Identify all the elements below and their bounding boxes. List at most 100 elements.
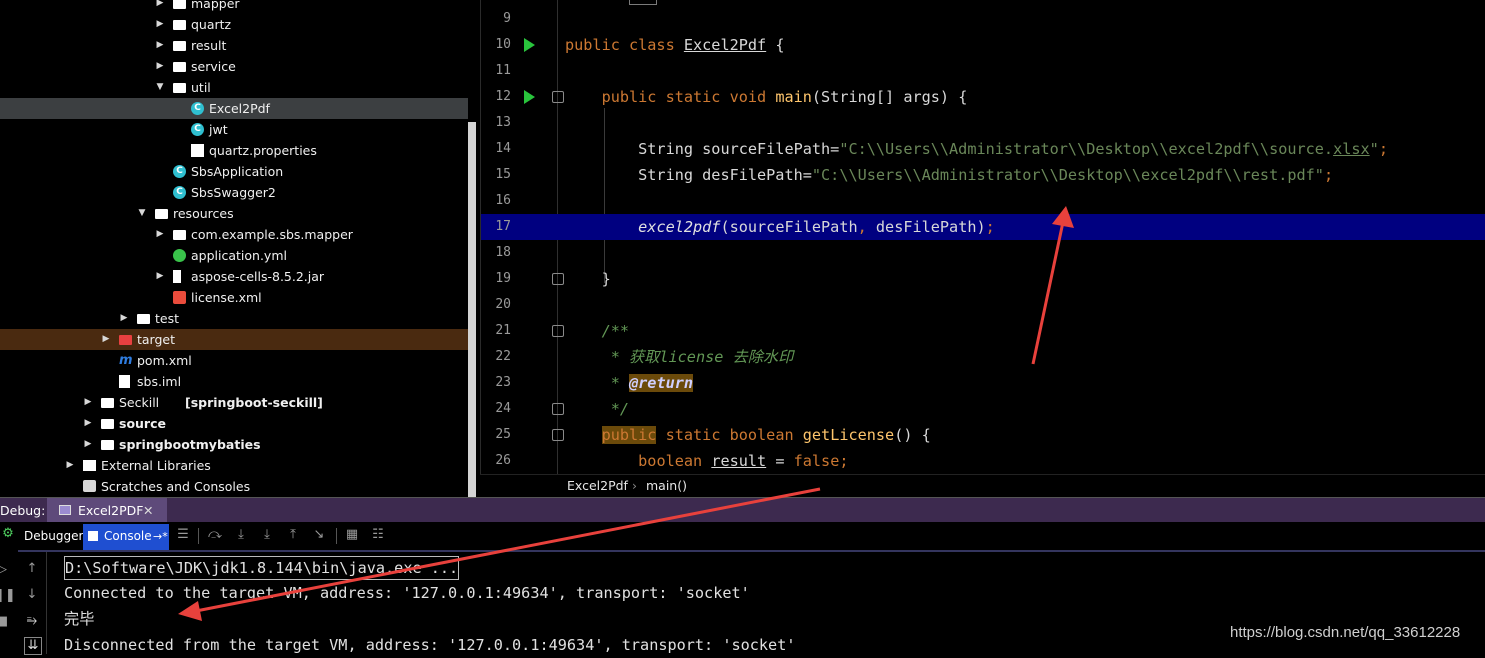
tree-item[interactable]: ▶ Seckill [springboot-seckill] (0, 392, 468, 413)
tree-item[interactable]: ▼ util (0, 77, 468, 98)
tree-item[interactable]: sbs.iml (0, 371, 468, 392)
fold-toggle-icon[interactable] (552, 325, 564, 337)
scroll-down-icon[interactable]: ↓ (24, 587, 40, 603)
spring-boot-class-icon: C (173, 165, 186, 178)
tree-item[interactable]: C SbsApplication (0, 161, 468, 182)
code-line[interactable]: 24 */ (481, 396, 1485, 422)
tree-item-label: Seckill (119, 395, 160, 410)
breadcrumb-method[interactable]: main() (646, 475, 687, 497)
tree-item[interactable]: C SbsSwagger2 (0, 182, 468, 203)
expand-arrow-icon[interactable]: ▶ (119, 308, 129, 329)
collapse-arrow-icon[interactable]: ▼ (137, 203, 147, 224)
code-line[interactable]: 23 * @return (481, 370, 1485, 396)
tree-item-label: application.yml (191, 248, 287, 263)
iml-file-icon (119, 375, 130, 388)
tree-item[interactable]: m pom.xml (0, 350, 468, 371)
debug-session-tab[interactable]: Excel2PDF ✕ (47, 498, 167, 523)
tree-item[interactable]: ▶ result (0, 35, 468, 56)
expand-arrow-icon[interactable]: ▶ (155, 0, 165, 14)
console-line: Disconnected from the target VM, address… (64, 636, 796, 654)
close-icon[interactable]: ✕ (143, 498, 153, 523)
code-line[interactable]: 21 /** (481, 318, 1485, 344)
expand-arrow-icon[interactable]: ▶ (83, 392, 93, 413)
code-line[interactable]: 12 public static void main(String[] args… (481, 84, 1485, 110)
soft-wrap-icon[interactable]: ⥱ (24, 613, 40, 629)
code-line[interactable]: 20 (481, 292, 1485, 318)
code-line[interactable]: 18 (481, 240, 1485, 266)
tree-item[interactable]: C Excel2Pdf (0, 98, 468, 119)
expand-arrow-icon[interactable]: ▶ (155, 35, 165, 56)
tree-item-label: SbsApplication (191, 164, 284, 179)
code-text: public static boolean getLicense() { (601, 426, 931, 444)
expand-arrow-icon[interactable]: ▶ (65, 455, 75, 476)
tree-item[interactable]: ▶ springbootmybaties (0, 434, 468, 455)
scroll-up-icon[interactable]: ↑ (24, 561, 40, 577)
run-gutter-icon[interactable] (524, 90, 535, 104)
tree-item[interactable]: application.yml (0, 245, 468, 266)
step-into-icon[interactable]: ⤓ (233, 527, 249, 543)
tree-item[interactable]: ▶ mapper (0, 0, 468, 14)
expand-arrow-icon[interactable]: ▶ (155, 14, 165, 35)
code-line[interactable]: 16 (481, 188, 1485, 214)
package-folder-icon (173, 0, 186, 9)
breadcrumb-file[interactable]: Excel2Pdf (567, 475, 628, 497)
tree-item[interactable]: ▶ service (0, 56, 468, 77)
expand-arrow-icon[interactable]: ▶ (155, 266, 165, 287)
collapse-arrow-icon[interactable]: ▼ (155, 77, 165, 98)
tree-item[interactable]: license.xml (0, 287, 468, 308)
tree-item[interactable]: ▶ aspose-cells-8.5.2.jar (0, 266, 468, 287)
expand-arrow-icon[interactable]: ▶ (101, 329, 111, 350)
tree-item[interactable]: ▼ resources (0, 203, 468, 224)
code-line[interactable]: 13 (481, 110, 1485, 136)
tree-item[interactable]: ▶ com.example.sbs.mapper (0, 224, 468, 245)
fold-toggle-icon[interactable] (552, 429, 564, 441)
code-line[interactable]: 14 String sourceFilePath="C:\\Users\\Adm… (481, 136, 1485, 162)
code-line[interactable]: 11 (481, 58, 1485, 84)
code-line-current[interactable]: 17 excel2pdf(sourceFilePath, desFilePath… (481, 214, 1485, 240)
code-editor[interactable]: 9 10 public class Excel2Pdf {11 12 public s… (480, 0, 1485, 474)
run-to-cursor-icon[interactable]: ↘ (311, 527, 327, 543)
tree-item[interactable]: ▶ target (0, 329, 468, 350)
pause-icon[interactable]: ❚❚ (0, 588, 16, 604)
expand-arrow-icon[interactable]: ▶ (83, 413, 93, 434)
fold-toggle-icon[interactable] (552, 91, 564, 103)
menu-lines-icon[interactable]: ☰ (175, 527, 191, 543)
tree-item[interactable]: ▶ source (0, 413, 468, 434)
rerun-debug-icon[interactable]: ⚙ (0, 526, 16, 542)
tab-debugger[interactable]: Debugger (20, 524, 87, 548)
tab-console[interactable]: Console →* (83, 524, 169, 550)
fold-toggle-icon[interactable] (552, 403, 564, 415)
package-folder-icon (173, 41, 186, 51)
tree-item[interactable]: Scratches and Consoles (0, 476, 468, 497)
resume-icon[interactable]: ▷ (0, 562, 10, 578)
run-gutter-icon[interactable] (524, 38, 535, 52)
expand-arrow-icon[interactable]: ▶ (83, 434, 93, 455)
tree-item[interactable]: Cjwt (0, 119, 468, 140)
step-over-icon[interactable]: ⤼ (207, 527, 223, 543)
tree-item[interactable]: ▶ External Libraries (0, 455, 468, 476)
tree-item[interactable]: ▶ test (0, 308, 468, 329)
fold-toggle-icon[interactable] (552, 273, 564, 285)
code-line[interactable]: 15 String desFilePath="C:\\Users\\Admini… (481, 162, 1485, 188)
code-line[interactable]: 26 boolean result = false; (481, 448, 1485, 474)
stop-icon[interactable]: ■ (0, 614, 10, 630)
tree-item-label: source (119, 416, 166, 431)
code-line[interactable]: 25 public static boolean getLicense() { (481, 422, 1485, 448)
scroll-to-end-icon[interactable]: ⇊ (24, 637, 42, 655)
toolbar-separator (336, 528, 337, 544)
tree-item[interactable]: ▶ quartz (0, 14, 468, 35)
code-line[interactable]: 22 * 获取license 去除水印 (481, 344, 1485, 370)
code-line[interactable]: 9 (481, 6, 1485, 32)
code-text: boolean result = false; (638, 452, 849, 470)
tree-scrollbar[interactable] (468, 122, 476, 497)
trace-icon[interactable]: ☷ (370, 527, 386, 543)
code-line[interactable]: 10 public class Excel2Pdf { (481, 32, 1485, 58)
console-command-line[interactable]: D:\Software\JDK\jdk1.8.144\bin\java.exe … (64, 556, 460, 580)
expand-arrow-icon[interactable]: ▶ (155, 56, 165, 77)
step-out-icon[interactable]: ⤒ (285, 527, 301, 543)
evaluate-expression-icon[interactable]: ▦ (344, 527, 360, 543)
expand-arrow-icon[interactable]: ▶ (155, 224, 165, 245)
force-step-into-icon[interactable]: ⤓ (259, 527, 275, 543)
tree-item[interactable]: quartz.properties (0, 140, 468, 161)
code-line[interactable]: 19 } (481, 266, 1485, 292)
